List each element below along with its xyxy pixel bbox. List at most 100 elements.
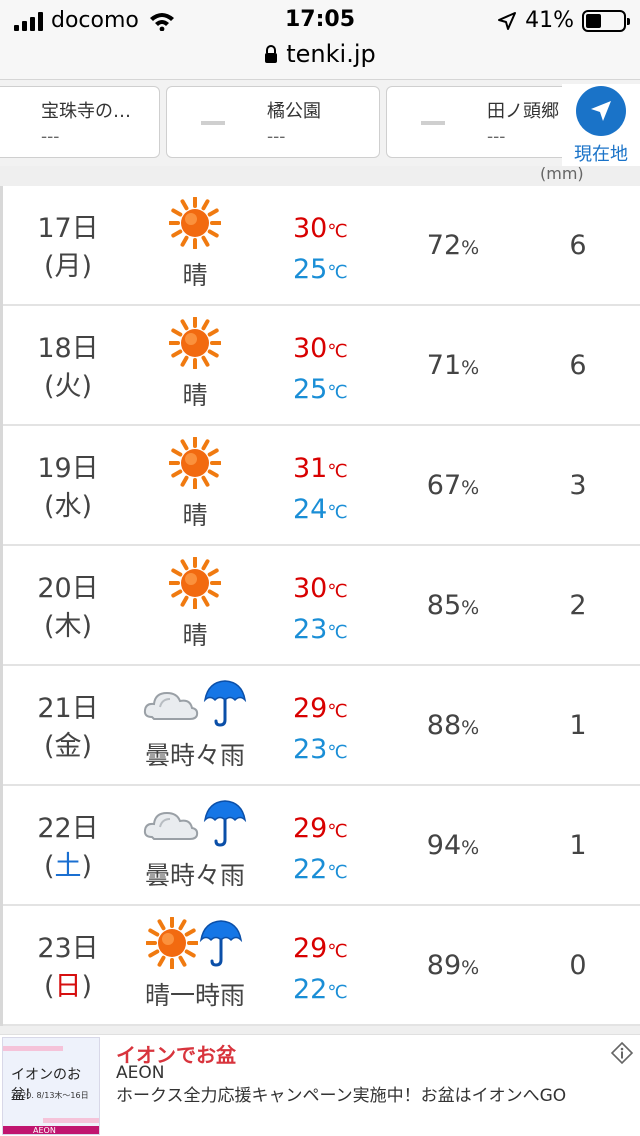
- ad-thumbnail[interactable]: イオンのお盆! 2020. 8/13木〜16日 AEON: [2, 1037, 100, 1135]
- temp-unit: ℃: [327, 941, 348, 962]
- day-of-week: (土): [3, 848, 133, 886]
- cloud-icon: [143, 691, 199, 720]
- temp-unit: ℃: [327, 622, 348, 643]
- date-day: 17日: [37, 213, 99, 244]
- dow-char: 土: [54, 851, 82, 882]
- battery-percent: 41%: [525, 8, 574, 33]
- forecast-row: 20日 (木) 晴 30℃ 23℃ 85% 2: [3, 546, 640, 666]
- dow-close: ): [81, 851, 93, 882]
- umbrella-icon: [199, 920, 243, 967]
- temp-unit: ℃: [327, 341, 348, 362]
- location-name: 田ノ頭郷: [487, 101, 559, 122]
- sun-icon: [169, 437, 221, 489]
- navigation-arrow-icon: [591, 101, 611, 121]
- humidity-unit: %: [461, 837, 480, 859]
- humidity-unit: %: [461, 477, 480, 499]
- weather-cell: 晴一時雨: [133, 914, 257, 1012]
- weather-icons: [133, 794, 257, 852]
- umbrella-icon: [203, 800, 247, 847]
- date-day: 21日: [37, 693, 99, 724]
- temp-low-value: 22: [293, 974, 328, 1005]
- ad-banner[interactable]: イオンのお盆! 2020. 8/13木〜16日 AEON イオンでお盆 AEON…: [0, 1034, 640, 1136]
- day-of-week: (月): [43, 251, 93, 282]
- temp-high: 30℃: [293, 330, 353, 371]
- humidity-value: 88: [426, 710, 462, 741]
- temp-high-value: 30: [293, 213, 328, 244]
- weather-cell: 晴: [133, 314, 257, 412]
- precipitation-cell: 3: [569, 470, 587, 501]
- precipitation-cell: 0: [569, 950, 587, 981]
- location-value: ---: [487, 127, 506, 147]
- temp-high-value: 29: [293, 813, 328, 844]
- day-of-week: (日): [3, 968, 133, 1006]
- humidity-value: 89: [426, 950, 462, 981]
- dow-open: (: [43, 851, 55, 882]
- weather-label: 晴: [182, 381, 208, 410]
- temp-low-value: 25: [293, 374, 328, 405]
- precipitation-cell: 2: [569, 590, 587, 621]
- humidity-value: 67: [426, 470, 462, 501]
- temp-high-value: 31: [293, 453, 328, 484]
- temperature-cell: 29℃ 22℃: [293, 930, 353, 1012]
- temp-unit: ℃: [327, 862, 348, 883]
- humidity-cell: 85%: [413, 590, 493, 621]
- temp-low-value: 22: [293, 854, 328, 885]
- location-value: ---: [267, 127, 286, 147]
- date-cell: 19日 (水): [3, 450, 133, 526]
- dash-icon: [201, 121, 225, 125]
- temp-low: 24℃: [293, 491, 353, 532]
- weather-cell: 晴: [133, 434, 257, 532]
- temp-high-value: 30: [293, 573, 328, 604]
- temp-unit: ℃: [327, 262, 348, 283]
- current-location-button[interactable]: 現在地: [562, 84, 640, 166]
- temp-high-value: 29: [293, 693, 328, 724]
- humidity-cell: 94%: [413, 830, 493, 861]
- day-of-week: (木): [43, 611, 93, 642]
- url-text: tenki.jp: [286, 40, 376, 68]
- sun-icon: [169, 317, 221, 369]
- temp-unit: ℃: [327, 701, 348, 722]
- day-of-week: (金): [43, 731, 93, 762]
- temp-unit: ℃: [327, 221, 348, 242]
- location-card[interactable]: 宝珠寺の… ---: [0, 86, 160, 158]
- forecast-row: 23日 (日) 晴一時雨 29℃ 22℃ 89% 0: [3, 906, 640, 1026]
- battery-icon: [582, 9, 630, 32]
- weather-cell: 晴: [133, 194, 257, 292]
- location-name: 橘公園: [267, 101, 321, 122]
- precipitation-cell: 6: [569, 230, 587, 261]
- humidity-value: 72: [426, 230, 462, 261]
- date-cell: 17日 (月): [3, 210, 133, 286]
- day-of-week: (水): [43, 491, 93, 522]
- url-bar[interactable]: tenki.jp: [0, 40, 640, 68]
- humidity-value: 94: [426, 830, 462, 861]
- sun-icon: [169, 557, 221, 609]
- temp-unit: ℃: [327, 382, 348, 403]
- temp-unit: ℃: [327, 982, 348, 1003]
- temp-high: 29℃: [293, 930, 353, 971]
- date-cell: 21日 (金): [3, 690, 133, 766]
- current-location-circle: [576, 86, 626, 136]
- weather-label: 晴: [182, 621, 208, 650]
- temp-unit: ℃: [327, 581, 348, 602]
- humidity-cell: 67%: [413, 470, 493, 501]
- column-header-peek: (mm): [540, 164, 584, 183]
- date-day: 18日: [37, 333, 99, 364]
- battery-level: [586, 13, 601, 28]
- temperature-cell: 30℃ 25℃: [293, 210, 353, 292]
- forecast-row: 17日 (月) 晴 30℃ 25℃ 72% 6: [3, 186, 640, 306]
- weather-label: 曇時々雨: [144, 741, 245, 770]
- ad-thumb-brand: AEON: [33, 1126, 56, 1135]
- temp-high: 31℃: [293, 450, 353, 491]
- precipitation-cell: 1: [569, 710, 587, 741]
- forecast-row: 18日 (火) 晴 30℃ 25℃ 71% 6: [3, 306, 640, 426]
- location-card[interactable]: 橘公園 ---: [166, 86, 380, 158]
- forecast-row: 22日 (土) 曇時々雨 29℃ 22℃ 94% 1: [3, 786, 640, 906]
- temp-unit: ℃: [327, 821, 348, 842]
- date-day: 22日: [37, 813, 99, 844]
- ad-text[interactable]: ホークス全力応援キャンペーン実施中！お盆はイオンへGO: [116, 1085, 616, 1107]
- ad-info-icon[interactable]: [610, 1041, 634, 1065]
- sun-icon: [146, 917, 198, 969]
- ad-thumb-date: 2020. 8/13木〜16日: [11, 1091, 89, 1100]
- location-strip: 宝珠寺の… --- 橘公園 --- 田ノ頭郷 ---: [0, 80, 640, 166]
- date-day: 20日: [37, 573, 99, 604]
